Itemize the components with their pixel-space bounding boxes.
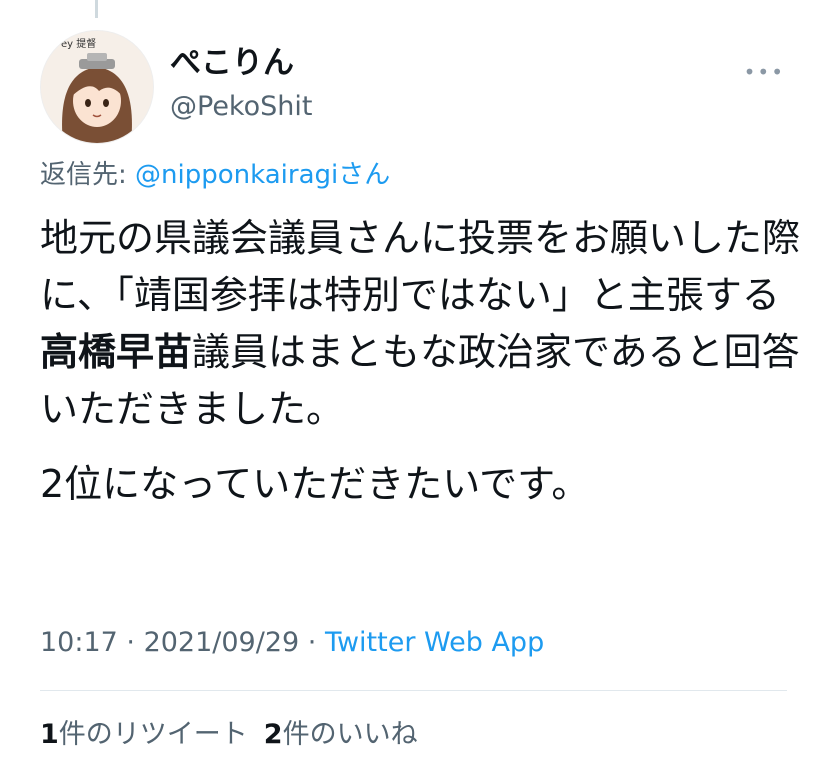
tweet-paragraph-2: 2位になっていただきたいです。 [40, 462, 590, 506]
likes-label: 件のいいね [282, 719, 418, 750]
reply-context: 返信先: @nipponkairagiさん [40, 158, 390, 192]
tweet-stats: 1件のリツイート 2件のいいね [40, 716, 434, 754]
meta-separator: · [299, 627, 325, 658]
tweet-text-1a: 地元の県議会議員さんに投票をお願いした際に、「靖国参拝は特別ではない」と主張する [40, 216, 801, 317]
reply-target-link[interactable]: @nipponkairagi [135, 160, 338, 190]
display-name[interactable]: ぺこりん [170, 44, 294, 82]
tweet-time[interactable]: 10:17 [40, 627, 118, 658]
retweets-stat[interactable]: 1件のリツイート [40, 719, 248, 750]
avatar-illustration: ey 提督 [41, 31, 153, 143]
more-horizontal-icon[interactable]: ••• [744, 60, 785, 84]
tweet-meta: 10:17 · 2021/09/29 · Twitter Web App [40, 624, 544, 662]
reply-suffix[interactable]: さん [338, 160, 390, 190]
tweet-text-bold: 高橋早苗 [40, 330, 193, 374]
thread-line [95, 0, 98, 18]
reply-prefix: 返信先: [40, 160, 136, 190]
retweets-count: 1 [40, 719, 59, 750]
divider [40, 690, 787, 691]
likes-count: 2 [263, 719, 283, 750]
user-handle[interactable]: @PekoShit [170, 90, 312, 124]
avatar[interactable]: ey 提督 [40, 30, 154, 144]
avatar-caption: ey 提督 [61, 37, 96, 50]
tweet-app-link[interactable]: Twitter Web App [325, 627, 544, 658]
tweet-paragraph-1: 地元の県議会議員さんに投票をお願いした際に、「靖国参拝は特別ではない」と主張する… [40, 210, 800, 438]
retweets-label: 件のリツイート [58, 719, 248, 750]
meta-separator: · [117, 627, 144, 658]
tweet-body: 地元の県議会議員さんに投票をお願いした際に、「靖国参拝は特別ではない」と主張する… [40, 210, 800, 513]
likes-stat[interactable]: 2件のいいね [264, 719, 418, 750]
tweet-date[interactable]: 2021/09/29 [144, 627, 300, 658]
